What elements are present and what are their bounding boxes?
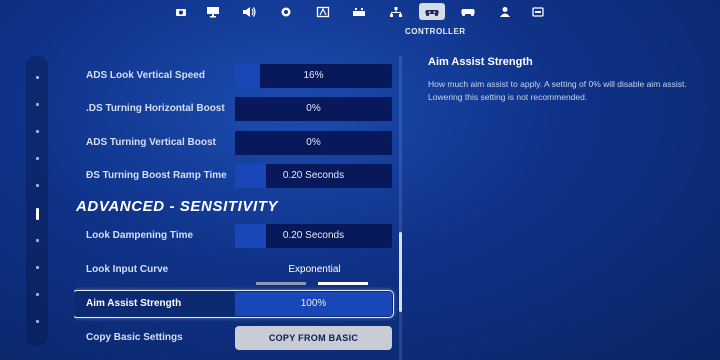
tab-accessibility[interactable] [310, 3, 336, 20]
option-indicator[interactable] [256, 282, 306, 285]
speaker-icon [243, 6, 256, 17]
section-marker[interactable] [36, 320, 39, 323]
section-marker-active[interactable] [36, 208, 39, 220]
tab-network[interactable] [383, 3, 409, 20]
tab-gamepad[interactable] [455, 3, 481, 20]
setting-value-slider[interactable]: 0% [235, 97, 392, 121]
setting-value: 0.20 Seconds [282, 170, 345, 181]
setting-value-slider[interactable]: 16% [235, 64, 392, 88]
setting-row-ads-turning-vertical-boost[interactable]: ADS Turning Vertical Boost 0% [74, 131, 394, 155]
account-icon [500, 6, 510, 17]
setting-row-ads-look-vertical-speed[interactable]: ADS Look Vertical Speed 16% [74, 64, 394, 88]
setting-row-ads-turning-boost-ramp-time[interactable]: ÐS Turning Boost Ramp Time 0.20 Seconds [74, 164, 394, 188]
setting-label: Aim Assist Strength [86, 298, 182, 309]
section-marker[interactable] [36, 239, 39, 242]
section-marker[interactable] [36, 266, 39, 269]
gear-icon [281, 7, 291, 16]
tab-data[interactable] [525, 3, 551, 20]
setting-value-slider[interactable]: 0% [235, 131, 392, 155]
section-marker[interactable] [36, 76, 39, 79]
tab-keyboard[interactable] [346, 3, 372, 20]
active-tab-label: CONTROLLER [405, 27, 466, 36]
look-input-curve-selector[interactable]: Exponential [256, 264, 373, 286]
setting-row-ads-turning-horizontal-boost[interactable]: .DS Turning Horizontal Boost 0% [74, 97, 394, 121]
setting-value: 0% [306, 137, 321, 148]
setting-row-aim-assist-strength[interactable]: Aim Assist Strength 100% [74, 290, 394, 318]
setting-value-slider[interactable]: 0.20 Seconds [235, 164, 392, 188]
copy-from-basic-button[interactable]: COPY FROM BASIC [235, 326, 392, 350]
scrollbar-track[interactable] [399, 56, 402, 360]
description-text: How much aim assist to apply. A setting … [428, 79, 687, 102]
settings-list: ADS Look Vertical Speed 16% .DS Turning … [74, 56, 402, 360]
setting-label: ADS Look Vertical Speed [86, 70, 205, 81]
selected-option: Exponential [288, 264, 341, 275]
tab-display[interactable] [200, 3, 226, 20]
network-icon [390, 6, 402, 17]
tab-controller[interactable] [419, 3, 445, 20]
gamepad-icon [461, 8, 475, 16]
tab-account[interactable] [492, 3, 518, 20]
setting-label: ADS Turning Vertical Boost [86, 137, 216, 148]
setting-value-slider[interactable]: 100% [235, 292, 392, 316]
settings-tab-bar: CONTROLLER [0, 0, 720, 36]
camera-icon [176, 8, 186, 16]
setting-value: 0.20 Seconds [282, 230, 345, 241]
section-marker[interactable] [36, 103, 39, 106]
keyboard-icon [353, 7, 365, 16]
setting-value: 100% [300, 298, 327, 309]
setting-value: 0% [306, 103, 321, 114]
section-marker[interactable] [36, 184, 39, 187]
setting-value: 16% [303, 70, 324, 81]
section-marker[interactable] [36, 157, 39, 160]
data-icon [532, 6, 544, 17]
setting-label: Look Dampening Time [86, 230, 194, 241]
section-scroll-indicator [26, 56, 48, 346]
description-title: Aim Assist Strength [428, 56, 533, 68]
setting-label: Look Input Curve [86, 264, 169, 275]
tab-game[interactable] [273, 3, 299, 20]
scrollbar-thumb[interactable] [399, 232, 402, 312]
setting-label: .DS Turning Horizontal Boost [86, 103, 225, 114]
setting-value-slider[interactable]: 0.20 Seconds [235, 224, 392, 248]
setting-label: Copy Basic Settings [86, 332, 183, 343]
accessibility-icon [316, 6, 330, 17]
setting-row-look-dampening-time[interactable]: Look Dampening Time 0.20 Seconds [74, 224, 394, 248]
section-marker[interactable] [36, 293, 39, 296]
tab-audio[interactable] [236, 3, 262, 20]
controller-icon [425, 9, 439, 16]
option-indicator-selected[interactable] [318, 282, 368, 285]
section-title: ADVANCED - SENSITIVITY [76, 198, 279, 215]
section-marker[interactable] [36, 130, 39, 133]
monitor-icon [207, 6, 219, 17]
tab-camera[interactable] [168, 3, 194, 20]
setting-label: ÐS Turning Boost Ramp Time [86, 170, 227, 181]
